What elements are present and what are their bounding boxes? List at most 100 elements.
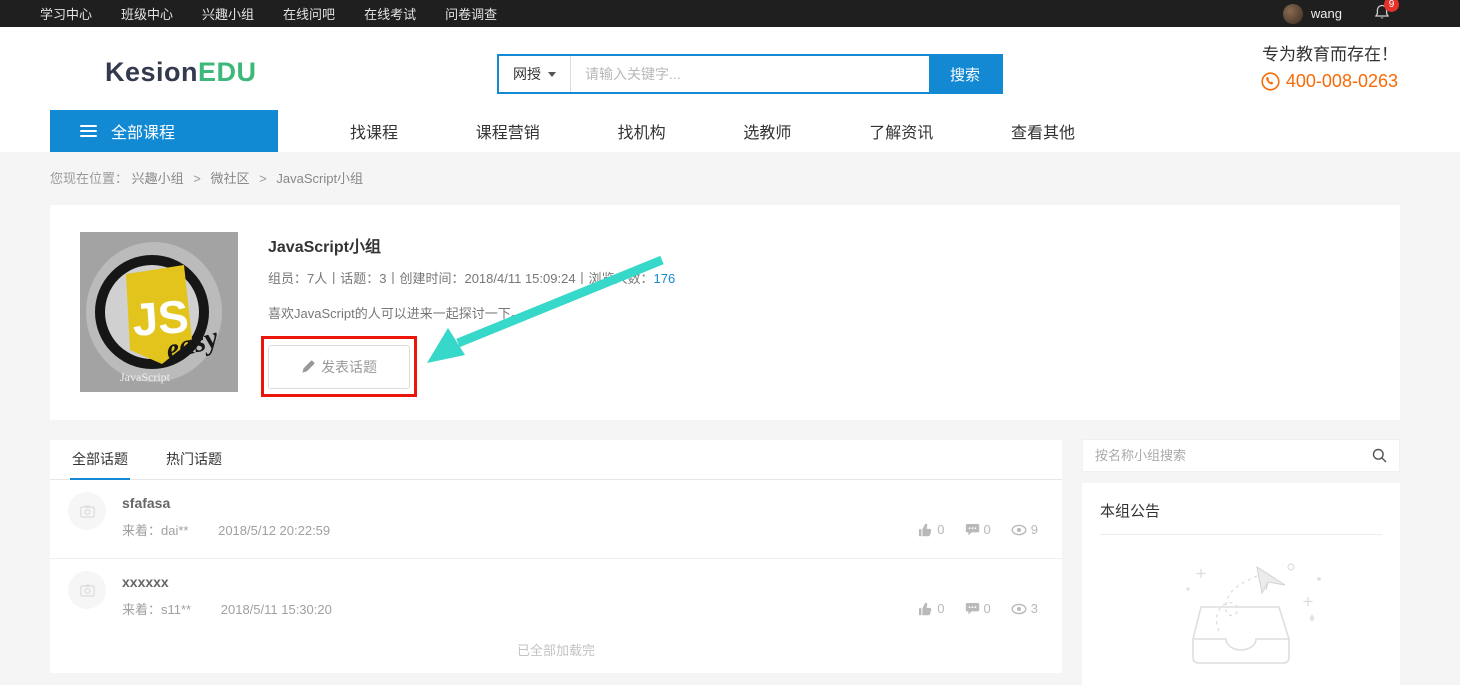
comment-icon: [965, 523, 980, 536]
topic-time: 2018/5/12 20:22:59: [218, 523, 330, 538]
likes-count: 0: [937, 522, 944, 537]
group-image-javascript-text: JavaScript: [120, 370, 171, 384]
group-title: JavaScript小组: [268, 233, 381, 257]
search-icon: [1372, 448, 1387, 463]
all-courses-button[interactable]: 全部课程: [50, 110, 278, 152]
main-nav: 全部课程 找课程 课程营销 找机构 选教师 了解资讯 查看其他: [0, 110, 1460, 152]
image-placeholder-icon: [80, 584, 95, 597]
eye-icon: [1011, 603, 1027, 615]
site-logo: KesionEDU: [105, 57, 257, 88]
comment-icon: [965, 602, 980, 615]
tab-hot-topics[interactable]: 热门话题: [164, 440, 224, 480]
group-notice-card: 本组公告 暂无公告信息: [1082, 483, 1400, 685]
topbar-item-interest-groups[interactable]: 兴趣小组: [202, 4, 254, 23]
topics-card: 全部话题 热门话题 sfafasa 来着：dai** 2018/5/12 20:…: [50, 440, 1062, 673]
comments-count: 0: [984, 522, 991, 537]
topic-author: 来着：dai**: [122, 523, 188, 538]
topbar-item-class-center[interactable]: 班级中心: [121, 4, 173, 23]
topic-meta: 来着：dai** 2018/5/12 20:22:59: [122, 520, 330, 539]
notifications-button[interactable]: 9: [1374, 4, 1390, 24]
topic-row[interactable]: sfafasa 来着：dai** 2018/5/12 20:22:59 0 0: [50, 480, 1062, 559]
topic-tabs: 全部话题 热门话题: [50, 440, 1062, 480]
search-category-dropdown[interactable]: 网授: [499, 56, 571, 92]
breadcrumb: 您现在位置： 兴趣小组 > 微社区 > JavaScript小组: [50, 168, 363, 187]
likes-stat[interactable]: 0: [918, 522, 944, 537]
topic-author: 来着：s11**: [122, 602, 191, 617]
breadcrumb-micro-community[interactable]: 微社区: [211, 171, 250, 186]
views-count: 9: [1031, 522, 1038, 537]
menu-item-find-institutions[interactable]: 找机构: [618, 119, 666, 143]
username[interactable]: wang: [1311, 6, 1342, 21]
search-category-label: 网授: [513, 64, 541, 84]
logo-edu-text: EDU: [198, 57, 257, 87]
thumbs-up-icon: [918, 523, 933, 537]
group-stats: 组员：7人丨话题：3丨创建时间：2018/4/11 15:09:24丨浏览人数：…: [268, 268, 675, 287]
breadcrumb-separator: >: [193, 171, 201, 186]
image-placeholder-icon: [80, 505, 95, 518]
group-image: JS easy JavaScript: [80, 232, 238, 392]
group-description: 喜欢JavaScript的人可以进来一起探讨一下。: [268, 303, 524, 322]
comments-stat[interactable]: 0: [965, 522, 991, 537]
tab-all-topics[interactable]: 全部话题: [70, 440, 130, 480]
post-topic-label: 发表话题: [321, 357, 377, 377]
topbar-item-learning-center[interactable]: 学习中心: [40, 4, 92, 23]
topic-stats: 0 0 3: [918, 601, 1038, 616]
slogan-box: 专为教育而存在！ 400-008-0263: [1261, 40, 1398, 92]
menu-item-find-courses[interactable]: 找课程: [350, 119, 398, 143]
slogan-text: 专为教育而存在！: [1261, 40, 1398, 65]
search-button[interactable]: 搜索: [929, 56, 1001, 92]
views-stat: 3: [1011, 601, 1038, 616]
group-search-button[interactable]: [1360, 448, 1399, 463]
breadcrumb-prefix: 您现在位置：: [50, 171, 128, 186]
group-views-count: 176: [654, 271, 676, 286]
topic-avatar: [68, 571, 106, 609]
notification-badge: 9: [1384, 0, 1399, 12]
main-menu: 找课程 课程营销 找机构 选教师 了解资讯 查看其他: [305, 110, 1120, 152]
topbar-item-survey[interactable]: 问卷调查: [445, 4, 497, 23]
comments-count: 0: [984, 601, 991, 616]
topic-row[interactable]: xxxxxx 来着：s11** 2018/5/11 15:30:20 0 0: [50, 559, 1062, 638]
logo-kesion-text: Kesion: [105, 57, 198, 87]
pencil-icon: [301, 360, 315, 374]
topic-title[interactable]: xxxxxx: [122, 574, 169, 590]
post-topic-button[interactable]: 发表话题: [268, 345, 410, 389]
views-count: 3: [1031, 601, 1038, 616]
topbar: 学习中心 班级中心 兴趣小组 在线问吧 在线考试 问卷调查 wang 9: [0, 0, 1460, 27]
divider: [1100, 534, 1382, 535]
menu-item-choose-teachers[interactable]: 选教师: [743, 119, 791, 143]
views-stat: 9: [1011, 522, 1038, 537]
chevron-down-icon: [548, 72, 556, 77]
topbar-item-online-qa[interactable]: 在线问吧: [283, 4, 335, 23]
topbar-item-online-exam[interactable]: 在线考试: [364, 4, 416, 23]
likes-count: 0: [937, 601, 944, 616]
topbar-user-area: wang 9: [1283, 4, 1460, 24]
search-box: 网授 搜索: [497, 54, 1003, 94]
menu-item-course-marketing[interactable]: 课程营销: [476, 119, 540, 143]
topbar-nav: 学习中心 班级中心 兴趣小组 在线问吧 在线考试 问卷调查: [0, 4, 497, 23]
group-search-input[interactable]: [1083, 448, 1360, 463]
topic-time: 2018/5/11 15:30:20: [221, 602, 332, 617]
breadcrumb-interest-groups[interactable]: 兴趣小组: [132, 171, 184, 186]
breadcrumb-separator: >: [259, 171, 267, 186]
header: KesionEDU 网授 搜索 专为教育而存在！ 400-008-0263: [0, 27, 1460, 110]
menu-item-news[interactable]: 了解资讯: [869, 119, 933, 143]
phone-number: 400-008-0263: [1286, 71, 1398, 92]
notice-title: 本组公告: [1082, 483, 1400, 534]
topic-stats: 0 0 9: [918, 522, 1038, 537]
thumbs-up-icon: [918, 602, 933, 616]
menu-item-others[interactable]: 查看其他: [1011, 119, 1075, 143]
all-courses-label: 全部课程: [111, 119, 175, 143]
phone-icon: [1261, 72, 1280, 91]
list-end-text: 已全部加载完: [50, 640, 1062, 659]
comments-stat[interactable]: 0: [965, 601, 991, 616]
likes-stat[interactable]: 0: [918, 601, 944, 616]
topic-meta: 来着：s11** 2018/5/11 15:30:20: [122, 599, 332, 618]
topic-title[interactable]: sfafasa: [122, 495, 170, 511]
breadcrumb-current-group: JavaScript小组: [276, 171, 363, 186]
group-info-card: JS easy JavaScript JavaScript小组 组员：7人丨话题…: [50, 205, 1400, 420]
user-avatar[interactable]: [1283, 4, 1303, 24]
topic-avatar: [68, 492, 106, 530]
phone-line: 400-008-0263: [1261, 71, 1398, 92]
eye-icon: [1011, 524, 1027, 536]
search-input[interactable]: [571, 56, 929, 92]
